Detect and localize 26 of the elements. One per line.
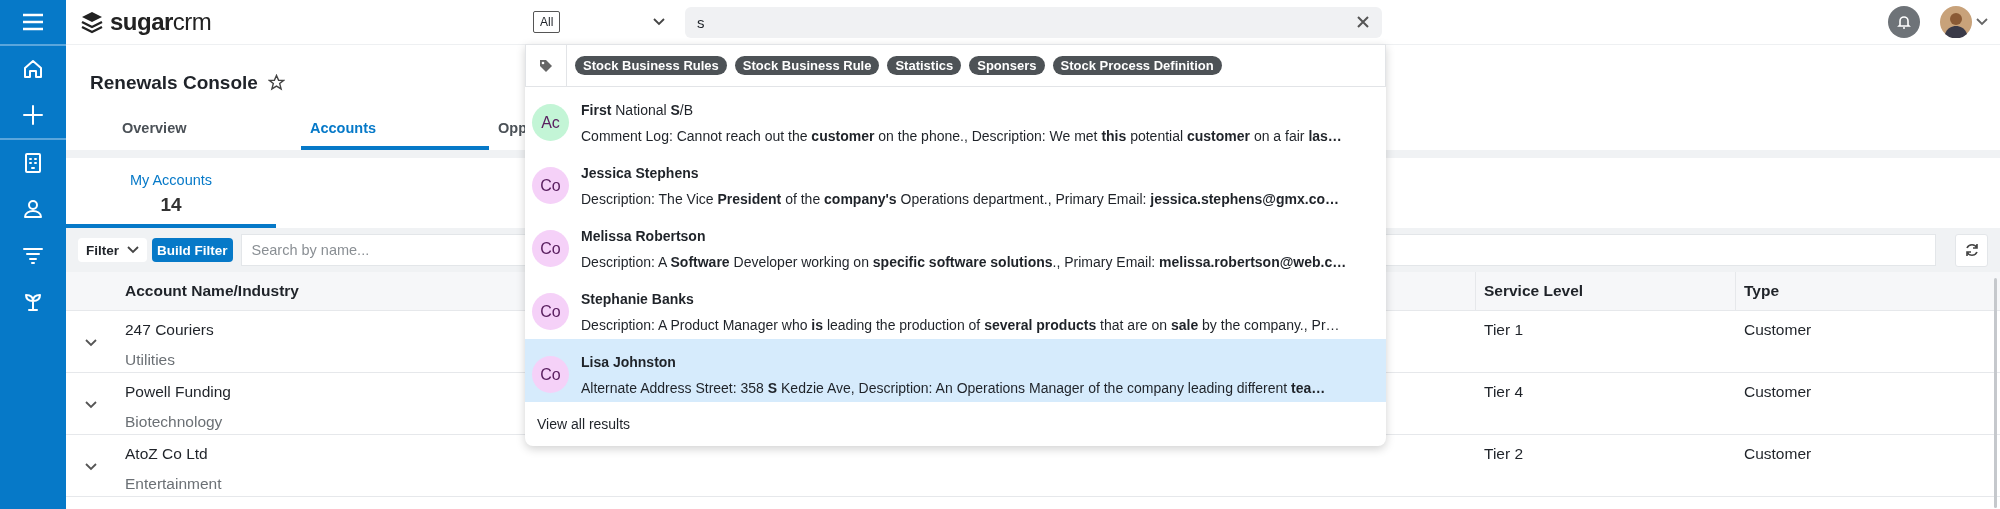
logo-text: sugarcrm	[110, 8, 212, 36]
result-title: Stephanie Banks	[581, 290, 695, 307]
industry-text: Entertainment	[125, 475, 222, 493]
table-cell-text: Customer	[1743, 382, 1813, 402]
module-badge: Co	[532, 356, 569, 393]
result-detail: Comment Log: Cannot reach out the customer on the phone., Description: We met this potential customer on a fair las…	[581, 127, 1342, 144]
table-cell-text: Tier 4	[1483, 382, 1525, 402]
module-badge: Ac	[532, 104, 569, 141]
page-title: Renewals Console	[90, 71, 258, 94]
industry-text: Biotechnology	[125, 413, 223, 431]
result-title: Melissa Robertson	[581, 227, 707, 244]
result-detail: Description: A Software Developer working on specific software solutions., Primary Email: melissa.robertson@web.c…	[581, 253, 1347, 270]
result-title: Jessica Stephens	[581, 164, 700, 181]
result-detail: Alternate Address Street: 358 S Kedzie Ave, Description: An Operations Manager of the company leading different tea…	[581, 379, 1326, 396]
result-detail: Description: The Vice President of the company's Operations department., Primary Email: jessica.stephens@gmx.co…	[581, 190, 1340, 207]
table-cell-text: Customer	[1743, 320, 1813, 340]
table-cell-text: Tier 2	[1483, 444, 1525, 464]
industry-text: Utilities	[125, 351, 175, 369]
module-badge: Co	[532, 167, 569, 204]
module-badge: Co	[532, 230, 569, 267]
module-badge: Co	[532, 293, 569, 330]
result-title: First National S/B	[581, 101, 695, 118]
table-cell-text: Customer	[1743, 444, 1813, 464]
table-cell-text: Tier 1	[1483, 320, 1525, 340]
result-title: Lisa Johnston	[581, 353, 677, 370]
result-detail: Description: A Product Manager who is leading the production of several products that are on sale by the company., Pr…	[581, 316, 1340, 333]
